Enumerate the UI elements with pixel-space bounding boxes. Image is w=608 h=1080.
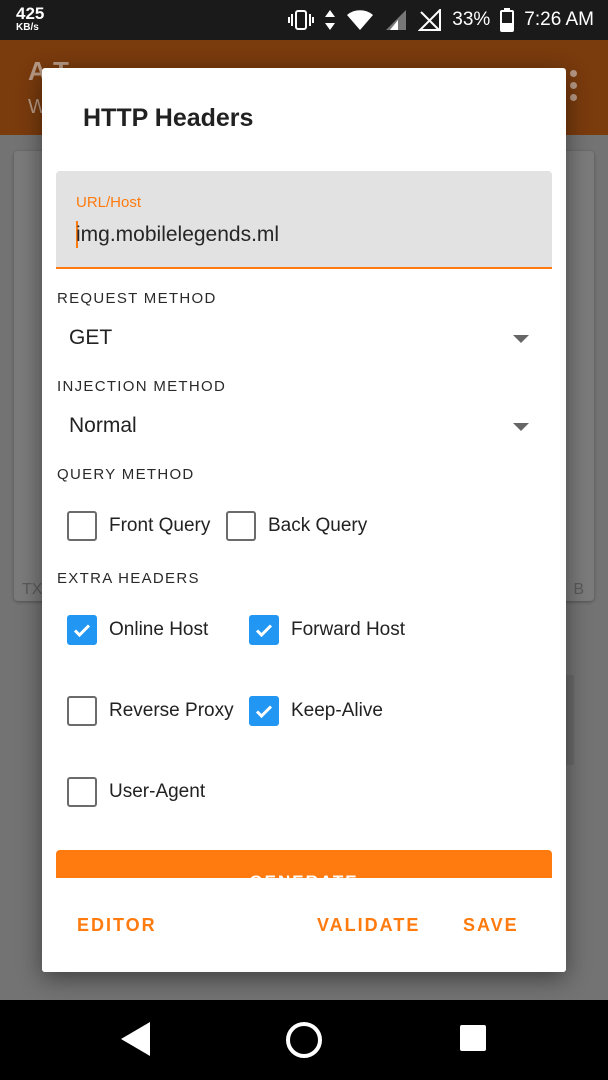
http-headers-dialog: HTTP Headers URL/Host img.mobilelegends.… bbox=[42, 68, 566, 972]
url-host-field[interactable]: URL/Host img.mobilelegends.ml bbox=[56, 171, 552, 269]
home-icon[interactable] bbox=[284, 1020, 324, 1065]
reverse-proxy-label: Reverse Proxy bbox=[109, 700, 234, 721]
keep-alive-checkbox[interactable]: Keep-Alive bbox=[249, 694, 383, 728]
checkbox-icon bbox=[67, 696, 97, 726]
data-arrows-icon bbox=[324, 9, 336, 31]
back-query-label: Back Query bbox=[268, 515, 368, 536]
network-speed: 425 KB/s bbox=[16, 5, 44, 33]
no-signal-icon bbox=[418, 9, 442, 31]
network-speed-value: 425 bbox=[16, 4, 45, 23]
recents-icon[interactable] bbox=[459, 1024, 487, 1057]
request-method-label: REQUEST METHOD bbox=[57, 290, 217, 307]
background-card-right-text: B bbox=[573, 581, 584, 598]
online-host-checkbox[interactable]: Online Host bbox=[67, 613, 208, 647]
checkbox-icon bbox=[67, 777, 97, 807]
network-speed-unit: KB/s bbox=[16, 22, 39, 33]
extra-headers-label: EXTRA HEADERS bbox=[57, 570, 200, 587]
dialog-title: HTTP Headers bbox=[83, 104, 254, 132]
request-method-dropdown[interactable]: GET bbox=[69, 318, 529, 358]
checkbox-checked-icon bbox=[249, 696, 279, 726]
background-card-left-text: TX bbox=[22, 581, 43, 598]
save-button[interactable]: SAVE bbox=[463, 915, 519, 936]
dropdown-arrow-icon bbox=[513, 423, 529, 431]
reverse-proxy-checkbox[interactable]: Reverse Proxy bbox=[67, 694, 234, 728]
wifi-icon bbox=[346, 9, 374, 31]
injection-method-label: INJECTION METHOD bbox=[57, 378, 227, 395]
status-icons: 33% 7:26 AM bbox=[288, 0, 594, 40]
vibrate-icon bbox=[288, 9, 315, 31]
battery-icon bbox=[500, 8, 515, 32]
clock: 7:26 AM bbox=[524, 9, 594, 30]
navigation-bar bbox=[0, 1000, 608, 1080]
editor-button[interactable]: EDITOR bbox=[77, 915, 157, 936]
front-query-label: Front Query bbox=[109, 515, 211, 536]
checkbox-checked-icon bbox=[67, 615, 97, 645]
forward-host-label: Forward Host bbox=[291, 619, 406, 640]
request-method-value: GET bbox=[69, 326, 113, 349]
injection-method-value: Normal bbox=[69, 414, 137, 437]
battery-percent: 33% bbox=[452, 9, 491, 30]
overflow-menu-icon bbox=[570, 70, 578, 104]
status-bar: 425 KB/s 33% 7:26 AM bbox=[0, 0, 608, 40]
dialog-actions: EDITOR VALIDATE SAVE bbox=[42, 878, 566, 972]
checkbox-icon bbox=[226, 511, 256, 541]
user-agent-label: User-Agent bbox=[109, 781, 206, 802]
checkbox-checked-icon bbox=[249, 615, 279, 645]
user-agent-checkbox[interactable]: User-Agent bbox=[67, 775, 205, 809]
forward-host-checkbox[interactable]: Forward Host bbox=[249, 613, 405, 647]
back-query-checkbox[interactable]: Back Query bbox=[226, 509, 367, 543]
online-host-label: Online Host bbox=[109, 619, 209, 640]
dropdown-arrow-icon bbox=[513, 335, 529, 343]
url-host-label: URL/Host bbox=[76, 194, 142, 211]
keep-alive-label: Keep-Alive bbox=[291, 700, 383, 721]
injection-method-dropdown[interactable]: Normal bbox=[69, 406, 529, 446]
front-query-checkbox[interactable]: Front Query bbox=[67, 509, 210, 543]
back-icon[interactable] bbox=[118, 1020, 152, 1063]
validate-button[interactable]: VALIDATE bbox=[317, 915, 420, 936]
url-host-input[interactable]: img.mobilelegends.ml bbox=[76, 223, 279, 247]
query-method-label: QUERY METHOD bbox=[57, 466, 195, 483]
signal-icon bbox=[384, 9, 408, 31]
checkbox-icon bbox=[67, 511, 97, 541]
